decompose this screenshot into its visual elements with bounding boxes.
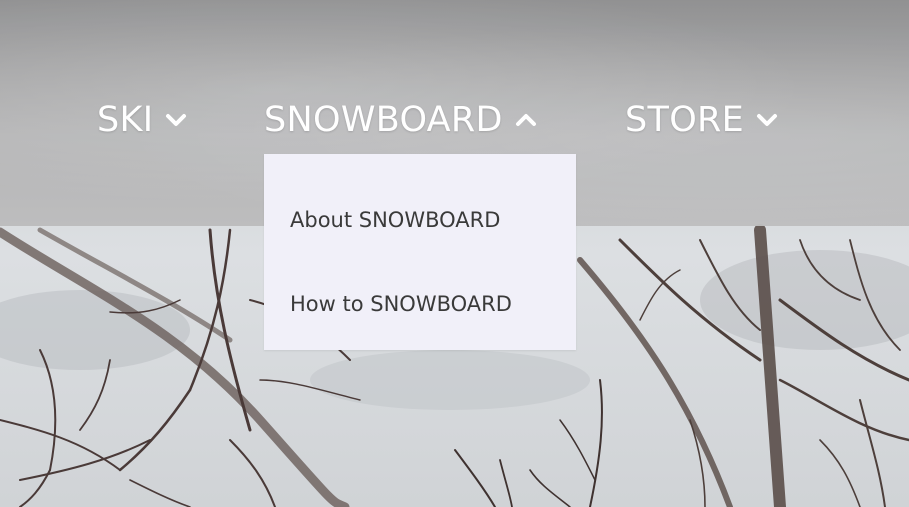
nav-item-store[interactable]: STORE bbox=[625, 94, 778, 146]
dropdown-item-how-to-snowboard[interactable]: How to SNOWBOARD bbox=[290, 284, 512, 324]
nav-item-snowboard[interactable]: SNOWBOARD bbox=[264, 94, 537, 146]
nav-item-ski-label: SKI bbox=[97, 100, 154, 140]
chevron-down-icon bbox=[166, 114, 187, 126]
chevron-down-icon bbox=[757, 114, 778, 126]
snowboard-dropdown-menu: About SNOWBOARD How to SNOWBOARD bbox=[264, 154, 576, 350]
page: SKI SNOWBOARD STORE About SNOWBOARD How … bbox=[0, 0, 909, 507]
nav-item-store-label: STORE bbox=[625, 100, 745, 140]
nav-item-snowboard-label: SNOWBOARD bbox=[264, 100, 503, 140]
main-nav: SKI SNOWBOARD STORE bbox=[0, 94, 909, 146]
chevron-up-icon bbox=[515, 114, 536, 126]
dropdown-item-about-snowboard[interactable]: About SNOWBOARD bbox=[290, 200, 500, 240]
nav-item-ski[interactable]: SKI bbox=[97, 94, 187, 146]
